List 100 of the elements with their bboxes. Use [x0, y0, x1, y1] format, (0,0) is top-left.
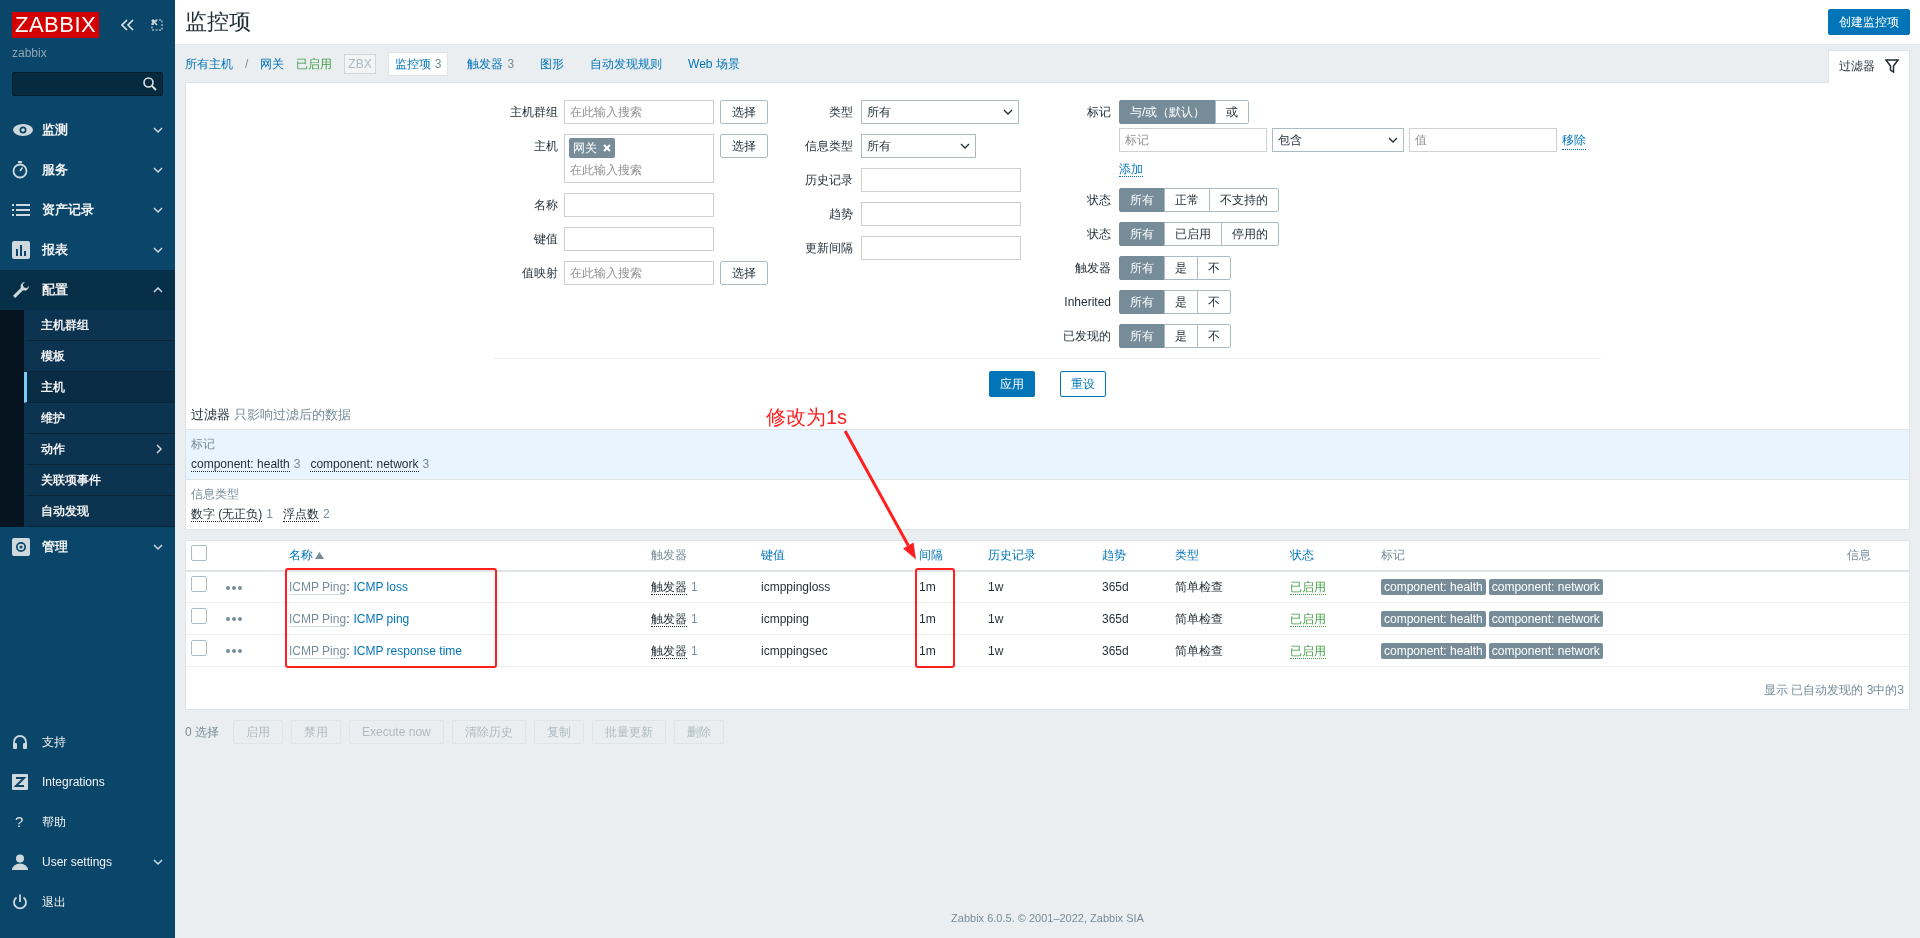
column-header[interactable]: 间隔: [919, 548, 943, 562]
tag-field[interactable]: 标记: [1119, 128, 1267, 152]
segment-option[interactable]: 不: [1197, 256, 1231, 280]
column-header[interactable]: 趋势: [1102, 548, 1126, 562]
sidebar-item[interactable]: 管理: [0, 527, 175, 567]
segment-option[interactable]: 停用的: [1221, 222, 1279, 246]
submenu-item[interactable]: 自动发现: [24, 496, 175, 527]
subfilter-link[interactable]: 浮点数: [283, 506, 319, 522]
segment-option[interactable]: 与/或（默认）: [1119, 100, 1217, 124]
status-link[interactable]: 已启用: [1290, 579, 1326, 595]
submenu-item[interactable]: 关联项事件: [24, 465, 175, 496]
segment-option[interactable]: 不: [1197, 290, 1231, 314]
select-button[interactable]: 选择: [720, 134, 768, 158]
logo[interactable]: ZABBIX: [12, 12, 100, 38]
sidebar-item[interactable]: 资产记录: [0, 190, 175, 230]
remove-link[interactable]: 移除: [1562, 130, 1586, 150]
segment-option[interactable]: 所有: [1119, 324, 1165, 348]
status-link[interactable]: 已启用: [1290, 643, 1326, 659]
text-field[interactable]: [564, 227, 714, 251]
field-label: 主机: [533, 138, 558, 155]
checkbox[interactable]: [191, 640, 207, 656]
submenu-item[interactable]: 维护: [24, 403, 175, 434]
tab[interactable]: 自动发现规则: [583, 51, 670, 76]
tab[interactable]: 图形: [533, 51, 572, 76]
segment-option[interactable]: 或: [1215, 100, 1250, 124]
create-button[interactable]: 创建监控项: [1828, 9, 1910, 35]
column-header[interactable]: 类型: [1175, 548, 1199, 562]
submenu-item[interactable]: 动作: [24, 434, 175, 465]
triggers-link[interactable]: 触发器: [651, 611, 687, 627]
sidebar-item[interactable]: Integrations: [0, 762, 175, 802]
value-field[interactable]: 值: [1409, 128, 1557, 152]
segment-option[interactable]: 所有: [1119, 290, 1165, 314]
expand-icon[interactable]: [151, 19, 163, 31]
segment-option[interactable]: 已启用: [1164, 222, 1222, 246]
text-field[interactable]: [861, 202, 1021, 226]
submenu-item[interactable]: 主机群组: [24, 310, 175, 341]
triggers-link[interactable]: 触发器: [651, 579, 687, 595]
segment-option[interactable]: 正常: [1164, 188, 1210, 212]
sidebar-item[interactable]: 配置: [0, 270, 175, 310]
dropdown[interactable]: 所有: [861, 134, 976, 158]
segment-option[interactable]: 不: [1197, 324, 1231, 348]
more-icon[interactable]: [226, 617, 242, 622]
segment-option[interactable]: 所有: [1119, 256, 1165, 280]
sidebar-item[interactable]: 支持: [0, 722, 175, 762]
breadcrumb-link[interactable]: 所有主机: [185, 54, 233, 73]
subfilter-link[interactable]: 数字 (无正负): [191, 506, 263, 522]
segment-option[interactable]: 是: [1164, 290, 1198, 314]
segment-option[interactable]: 所有: [1119, 188, 1165, 212]
more-icon[interactable]: [226, 649, 242, 654]
host-chip[interactable]: 网关: [569, 138, 615, 158]
status-link[interactable]: 已启用: [1290, 611, 1326, 627]
chevron-icon: [156, 444, 163, 454]
dropdown[interactable]: 所有: [861, 100, 1019, 124]
select-button[interactable]: 选择: [720, 261, 768, 285]
item-link[interactable]: ICMP ping: [353, 611, 410, 626]
item-link[interactable]: ICMP loss: [353, 579, 408, 594]
host-status[interactable]: 已启用: [296, 54, 333, 73]
text-field[interactable]: [861, 168, 1021, 192]
triggers-link[interactable]: 触发器: [651, 643, 687, 659]
sidebar-item[interactable]: 退出: [0, 882, 175, 922]
tab[interactable]: 监控项 3: [387, 51, 449, 76]
subfilter-link[interactable]: component: network: [310, 456, 419, 472]
item-link[interactable]: ICMP response time: [353, 643, 462, 658]
submenu-item[interactable]: 主机: [24, 372, 175, 403]
sidebar-item[interactable]: User settings: [0, 842, 175, 882]
collapse-icon[interactable]: [121, 19, 135, 31]
submenu-item[interactable]: 模板: [24, 341, 175, 372]
checkbox[interactable]: [191, 576, 207, 593]
segment-option[interactable]: 不支持的: [1209, 188, 1279, 212]
column-header[interactable]: 键值: [761, 548, 785, 562]
column-header[interactable]: 名称: [289, 548, 324, 562]
breadcrumb-link[interactable]: 网关: [260, 54, 285, 73]
sidebar-item[interactable]: ? 帮助: [0, 802, 175, 842]
sidebar-item[interactable]: 监测: [0, 110, 175, 150]
column-header[interactable]: 历史记录: [988, 548, 1036, 562]
add-link[interactable]: 添加: [1119, 162, 1143, 177]
filter-tab[interactable]: 过滤器: [1828, 50, 1910, 83]
segment-option[interactable]: 所有: [1119, 222, 1165, 246]
subfilter-link[interactable]: component: health: [191, 456, 290, 472]
more-icon[interactable]: [226, 585, 242, 590]
checkbox[interactable]: [191, 608, 207, 624]
sidebar-item[interactable]: 服务: [0, 150, 175, 190]
segment-option[interactable]: 是: [1164, 324, 1198, 348]
sidebar-item[interactable]: 报表: [0, 230, 175, 270]
tab[interactable]: 触发器 3: [460, 51, 522, 76]
multiselect-field[interactable]: 网关 在此输入搜索: [564, 134, 714, 183]
reset-button[interactable]: 重设: [1060, 371, 1106, 397]
tab[interactable]: Web 场景: [681, 51, 747, 76]
select-button[interactable]: 选择: [720, 100, 768, 124]
table-cell: 1w: [988, 579, 1004, 594]
segment-option[interactable]: 是: [1164, 256, 1198, 280]
apply-button[interactable]: 应用: [989, 371, 1035, 397]
text-field[interactable]: [861, 236, 1021, 260]
search-field[interactable]: [12, 72, 163, 96]
column-header[interactable]: 状态: [1290, 548, 1314, 562]
dropdown[interactable]: 包含: [1272, 128, 1404, 152]
close-icon[interactable]: [603, 144, 611, 152]
checkbox[interactable]: [191, 544, 207, 561]
text-field[interactable]: [564, 193, 714, 217]
search-icon[interactable]: [143, 77, 157, 91]
